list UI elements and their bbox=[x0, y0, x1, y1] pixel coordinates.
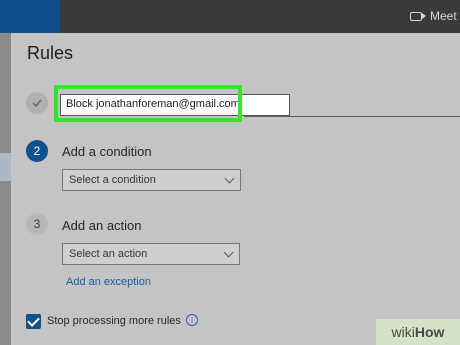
stop-processing-checkbox[interactable] bbox=[26, 314, 41, 329]
stop-processing-label: Stop processing more rules bbox=[47, 315, 181, 327]
add-action-label: Add an action bbox=[62, 218, 142, 233]
meet-label: Meet bbox=[430, 9, 457, 23]
rule-name-input[interactable]: Block jonathanforeman@gmail.com bbox=[60, 94, 290, 116]
meet-now-button[interactable]: Meet bbox=[410, 9, 457, 23]
action-dropdown-value: Select an action bbox=[69, 248, 148, 260]
condition-dropdown[interactable]: Select a condition bbox=[62, 169, 241, 191]
video-camera-icon bbox=[410, 11, 426, 21]
info-icon[interactable]: i bbox=[186, 314, 198, 326]
add-exception-link[interactable]: Add an exception bbox=[66, 276, 151, 288]
rules-panel: Rules Block jonathanforeman@gmail.com 2 … bbox=[11, 33, 460, 345]
app-brand-area bbox=[0, 0, 60, 33]
left-gutter bbox=[0, 33, 11, 345]
step-2-badge: 2 bbox=[26, 140, 48, 162]
watermark-prefix: wiki bbox=[391, 324, 415, 340]
panel-title: Rules bbox=[27, 43, 74, 63]
check-icon bbox=[32, 99, 42, 107]
step-3-badge: 3 bbox=[26, 213, 48, 235]
watermark-suffix: How bbox=[414, 324, 445, 340]
top-app-bar: Meet bbox=[0, 0, 460, 33]
action-dropdown[interactable]: Select an action bbox=[62, 243, 240, 265]
chevron-down-icon bbox=[224, 173, 235, 184]
selected-nav-marker bbox=[0, 153, 11, 181]
rule-name-underline bbox=[244, 116, 460, 117]
chevron-down-icon bbox=[223, 247, 234, 258]
add-condition-label: Add a condition bbox=[62, 144, 152, 159]
step-1-complete bbox=[26, 92, 48, 114]
wikihow-watermark: wiki How bbox=[376, 319, 460, 345]
condition-dropdown-value: Select a condition bbox=[69, 174, 156, 186]
